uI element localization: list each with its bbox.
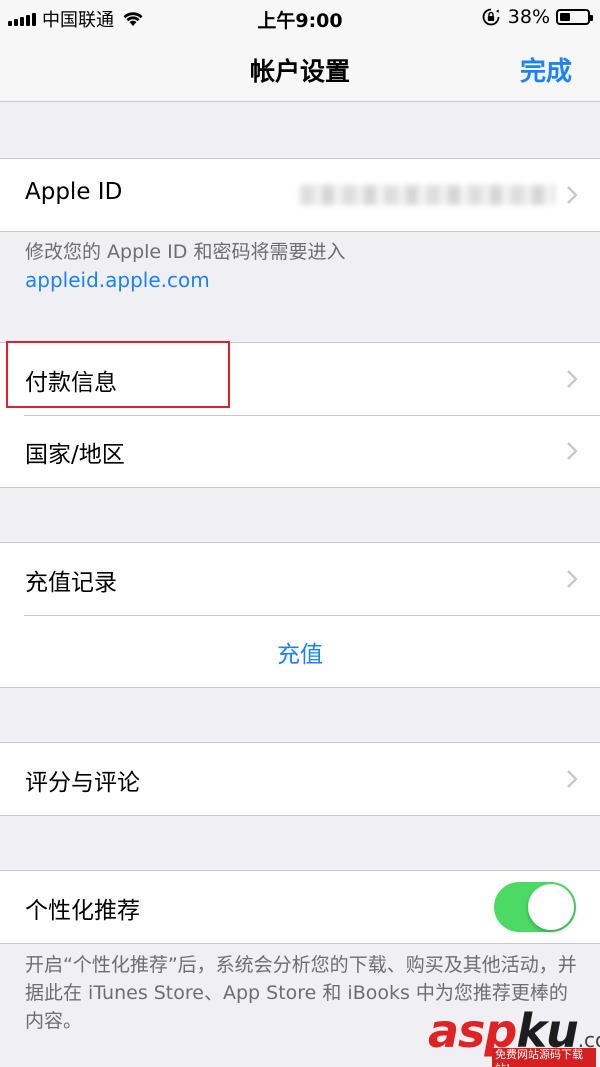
done-button[interactable]: 完成 (520, 51, 572, 88)
chevron-right-icon (567, 186, 578, 204)
apple-id-group: Apple ID (0, 158, 600, 232)
personalized-group: 个性化推荐 (0, 870, 600, 944)
personalized-toggle[interactable] (494, 882, 576, 932)
ratings-group: 评分与评论 (0, 742, 600, 816)
battery-percent: 38% (507, 6, 550, 28)
country-region-row[interactable]: 国家/地区 (0, 415, 600, 487)
recharge-button-row[interactable]: 充值 (0, 615, 600, 687)
appleid-link[interactable]: appleid.apple.com (25, 266, 585, 294)
navigation-bar: 帐户设置 完成 (0, 36, 600, 102)
ratings-reviews-label: 评分与评论 (25, 770, 140, 796)
chevron-right-icon (567, 370, 578, 388)
personalized-row: 个性化推荐 (0, 871, 600, 943)
chevron-right-icon (567, 770, 578, 788)
apple-id-label: Apple ID (25, 179, 123, 205)
toggle-knob[interactable] (528, 884, 574, 930)
apple-id-row[interactable]: Apple ID (0, 159, 600, 231)
personalized-label: 个性化推荐 (25, 898, 140, 924)
status-right: 38% (482, 6, 593, 28)
recharge-history-row[interactable]: 充值记录 (0, 543, 600, 615)
recharge-button[interactable]: 充值 (0, 635, 600, 669)
aspku-watermark-logo: aspku.com 免费网站源码下载站! (428, 1004, 600, 1067)
status-bar: 中国联通 上午9:00 38% (0, 0, 600, 36)
rotation-lock-icon (482, 8, 500, 26)
highlight-annotation (6, 341, 230, 408)
battery-icon (556, 9, 593, 25)
chevron-right-icon (567, 570, 578, 588)
apple-id-footer: 修改您的 Apple ID 和密码将需要进入 appleid.apple.com (25, 238, 585, 294)
apple-id-footer-text: 修改您的 Apple ID 和密码将需要进入 (25, 241, 346, 263)
chevron-right-icon (567, 442, 578, 460)
watermark-tagline: 免费网站源码下载站! (492, 1048, 596, 1067)
battery-fill (560, 13, 570, 21)
recharge-group: 充值记录 充值 (0, 542, 600, 688)
ratings-reviews-row[interactable]: 评分与评论 (0, 743, 600, 815)
apple-id-value-blurred (300, 185, 555, 205)
recharge-history-label: 充值记录 (25, 570, 117, 596)
country-region-label: 国家/地区 (25, 442, 125, 468)
page-title: 帐户设置 (249, 57, 350, 86)
